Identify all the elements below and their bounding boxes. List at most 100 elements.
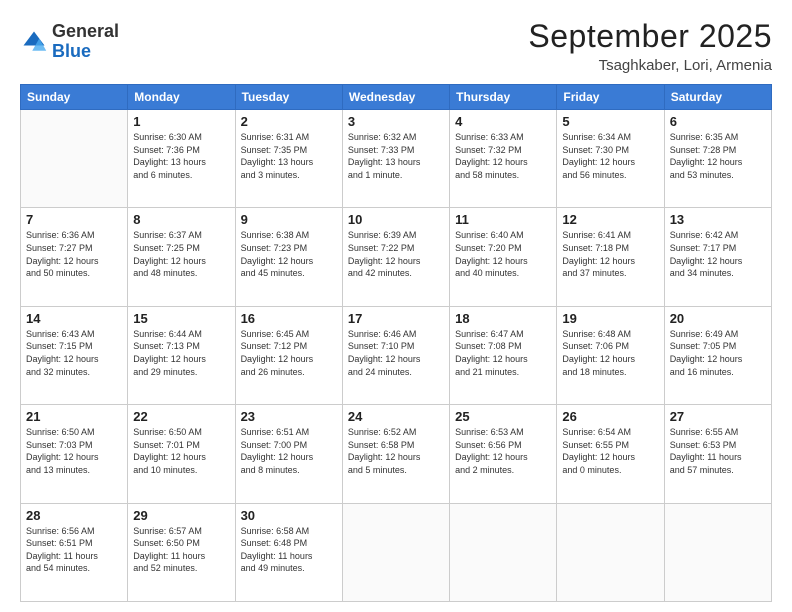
calendar-cell: 17Sunrise: 6:46 AM Sunset: 7:10 PM Dayli… [342,306,449,404]
calendar-cell: 28 Sunrise: 6:56 AM Sunset: 6:51 PM Dayli… [21,503,128,601]
day-number: 29 [133,508,229,523]
calendar-cell: 19 Sunrise: 6:48 AM Sunset: 7:06 PM Dayli… [557,306,664,404]
day-info: Sunrise: 6:32 AM Sunset: 7:33 PM Dayligh… [348,131,444,181]
day-number: 18 [455,311,551,326]
day-info: Sunrise: 6:50 AM Sunset: 7:01 PM Dayligh… [133,426,229,476]
calendar-cell: 3 Sunrise: 6:32 AM Sunset: 7:33 PM Daylig… [342,110,449,208]
day-info: Sunrise: 6:34 AM Sunset: 7:30 PM Dayligh… [562,131,658,181]
calendar-week-row: 1 Sunrise: 6:30 AM Sunset: 7:36 PM Daylig… [21,110,772,208]
day-info: Sunrise: 6:55 AM Sunset: 6:53 PM Dayligh… [670,426,766,476]
title-block: September 2025 Tsaghkaber, Lori, Armenia [528,18,772,74]
day-info: Sunrise: 6:33 AM Sunset: 7:32 PM Dayligh… [455,131,551,181]
day-number: 24 [348,409,444,424]
calendar-cell: 12 Sunrise: 6:41 AM Sunset: 7:18 PM Dayli… [557,208,664,306]
day-info: Sunrise: 6:57 AM Sunset: 6:50 PM Dayligh… [133,525,229,575]
day-number: 2 [241,114,337,129]
day-number: 28 [26,508,122,523]
header: General Blue September 2025 Tsaghkaber, … [20,18,772,74]
day-number: 8 [133,212,229,227]
day-number: 26 [562,409,658,424]
calendar-cell: 5 Sunrise: 6:34 AM Sunset: 7:30 PM Daylig… [557,110,664,208]
calendar-cell: 15 Sunrise: 6:44 AM Sunset: 7:13 PM Dayli… [128,306,235,404]
weekday-header: Wednesday [342,85,449,110]
calendar-cell: 1 Sunrise: 6:30 AM Sunset: 7:36 PM Daylig… [128,110,235,208]
day-info: Sunrise: 6:42 AM Sunset: 7:17 PM Dayligh… [670,229,766,279]
weekday-header: Sunday [21,85,128,110]
weekday-header: Thursday [450,85,557,110]
logo-icon [20,28,48,56]
calendar-week-row: 7Sunrise: 6:36 AM Sunset: 7:27 PM Daylig… [21,208,772,306]
calendar-cell: 24 Sunrise: 6:52 AM Sunset: 6:58 PM Dayli… [342,405,449,503]
day-number: 19 [562,311,658,326]
day-number: 13 [670,212,766,227]
weekday-header: Tuesday [235,85,342,110]
day-number: 11 [455,212,551,227]
day-info: Sunrise: 6:56 AM Sunset: 6:51 PM Dayligh… [26,525,122,575]
calendar-cell: 8 Sunrise: 6:37 AM Sunset: 7:25 PM Daylig… [128,208,235,306]
calendar-cell: 9Sunrise: 6:38 AM Sunset: 7:23 PM Daylig… [235,208,342,306]
calendar-cell: 27 Sunrise: 6:55 AM Sunset: 6:53 PM Dayli… [664,405,771,503]
day-info: Sunrise: 6:37 AM Sunset: 7:25 PM Dayligh… [133,229,229,279]
day-info: Sunrise: 6:49 AM Sunset: 7:05 PM Dayligh… [670,328,766,378]
day-number: 23 [241,409,337,424]
day-number: 27 [670,409,766,424]
day-info: Sunrise: 6:53 AM Sunset: 6:56 PM Dayligh… [455,426,551,476]
day-number: 10 [348,212,444,227]
logo-text: General Blue [52,22,119,62]
calendar-cell: 26 Sunrise: 6:54 AM Sunset: 6:55 PM Dayli… [557,405,664,503]
calendar-cell: 11 Sunrise: 6:40 AM Sunset: 7:20 PM Dayli… [450,208,557,306]
day-info: Sunrise: 6:39 AM Sunset: 7:22 PM Dayligh… [348,229,444,279]
day-info: Sunrise: 6:41 AM Sunset: 7:18 PM Dayligh… [562,229,658,279]
page: General Blue September 2025 Tsaghkaber, … [0,0,792,612]
calendar-cell: 29 Sunrise: 6:57 AM Sunset: 6:50 PM Dayli… [128,503,235,601]
calendar-cell: 2Sunrise: 6:31 AM Sunset: 7:35 PM Daylig… [235,110,342,208]
weekday-header: Monday [128,85,235,110]
day-number: 7 [26,212,122,227]
calendar-cell: 23 Sunrise: 6:51 AM Sunset: 7:00 PM Dayli… [235,405,342,503]
day-info: Sunrise: 6:54 AM Sunset: 6:55 PM Dayligh… [562,426,658,476]
calendar-cell: 20 Sunrise: 6:49 AM Sunset: 7:05 PM Dayli… [664,306,771,404]
day-info: Sunrise: 6:40 AM Sunset: 7:20 PM Dayligh… [455,229,551,279]
calendar-cell: 10 Sunrise: 6:39 AM Sunset: 7:22 PM Dayli… [342,208,449,306]
logo-blue: Blue [52,42,119,62]
day-number: 9 [241,212,337,227]
day-number: 15 [133,311,229,326]
calendar-cell [450,503,557,601]
day-info: Sunrise: 6:51 AM Sunset: 7:00 PM Dayligh… [241,426,337,476]
day-info: Sunrise: 6:50 AM Sunset: 7:03 PM Dayligh… [26,426,122,476]
day-number: 14 [26,311,122,326]
day-number: 3 [348,114,444,129]
calendar-cell: 21Sunrise: 6:50 AM Sunset: 7:03 PM Dayli… [21,405,128,503]
calendar-cell [21,110,128,208]
month-title: September 2025 [528,18,772,55]
day-number: 30 [241,508,337,523]
logo-general: General [52,22,119,42]
day-number: 4 [455,114,551,129]
day-info: Sunrise: 6:35 AM Sunset: 7:28 PM Dayligh… [670,131,766,181]
calendar-cell: 6Sunrise: 6:35 AM Sunset: 7:28 PM Daylig… [664,110,771,208]
day-number: 1 [133,114,229,129]
day-info: Sunrise: 6:43 AM Sunset: 7:15 PM Dayligh… [26,328,122,378]
day-number: 16 [241,311,337,326]
day-info: Sunrise: 6:48 AM Sunset: 7:06 PM Dayligh… [562,328,658,378]
calendar-cell: 14 Sunrise: 6:43 AM Sunset: 7:15 PM Dayli… [21,306,128,404]
calendar-cell: 18 Sunrise: 6:47 AM Sunset: 7:08 PM Dayli… [450,306,557,404]
day-info: Sunrise: 6:30 AM Sunset: 7:36 PM Dayligh… [133,131,229,181]
day-info: Sunrise: 6:44 AM Sunset: 7:13 PM Dayligh… [133,328,229,378]
day-info: Sunrise: 6:45 AM Sunset: 7:12 PM Dayligh… [241,328,337,378]
calendar-header-row: SundayMondayTuesdayWednesdayThursdayFrid… [21,85,772,110]
day-number: 20 [670,311,766,326]
logo: General Blue [20,22,119,62]
day-info: Sunrise: 6:47 AM Sunset: 7:08 PM Dayligh… [455,328,551,378]
calendar-table: SundayMondayTuesdayWednesdayThursdayFrid… [20,84,772,602]
day-number: 12 [562,212,658,227]
day-info: Sunrise: 6:52 AM Sunset: 6:58 PM Dayligh… [348,426,444,476]
calendar-cell: 16 Sunrise: 6:45 AM Sunset: 7:12 PM Dayli… [235,306,342,404]
calendar-cell: 30Sunrise: 6:58 AM Sunset: 6:48 PM Dayli… [235,503,342,601]
weekday-header: Friday [557,85,664,110]
calendar-cell: 4 Sunrise: 6:33 AM Sunset: 7:32 PM Daylig… [450,110,557,208]
calendar-cell: 7Sunrise: 6:36 AM Sunset: 7:27 PM Daylig… [21,208,128,306]
day-number: 5 [562,114,658,129]
day-number: 25 [455,409,551,424]
calendar-cell: 25 Sunrise: 6:53 AM Sunset: 6:56 PM Dayli… [450,405,557,503]
